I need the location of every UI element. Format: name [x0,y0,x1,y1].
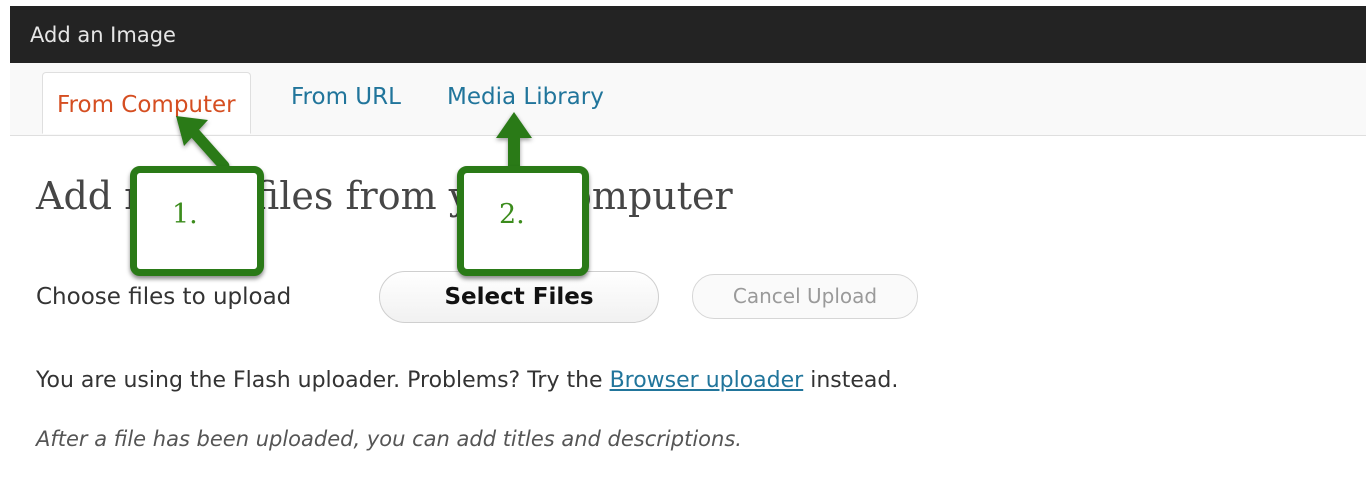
tab-from-url[interactable]: From URL [291,83,401,111]
annotation-label-2: 2. [499,199,525,230]
cancel-upload-button[interactable]: Cancel Upload [692,274,918,319]
annotation-callout-1: 1. [130,166,264,276]
window-title: Add an Image [30,23,176,47]
flash-notice-suffix: instead. [803,368,899,393]
browser-uploader-link[interactable]: Browser uploader [610,368,804,393]
tab-media-library[interactable]: Media Library [447,83,604,111]
tab-from-computer-label: From Computer [57,92,236,118]
tab-from-computer[interactable]: From Computer [42,72,251,134]
window-titlebar: Add an Image [10,6,1366,63]
upload-help-text: After a file has been uploaded, you can … [36,427,742,451]
annotation-callout-2: 2. [457,166,589,276]
tab-bar: From Computer From URL Media Library [10,63,1366,136]
flash-uploader-notice: You are using the Flash uploader. Proble… [36,367,898,395]
choose-files-label: Choose files to upload [36,284,292,310]
select-files-button[interactable]: Select Files [379,271,659,323]
flash-notice-prefix: You are using the Flash uploader. Proble… [36,368,610,393]
annotation-label-1: 1. [172,199,198,230]
